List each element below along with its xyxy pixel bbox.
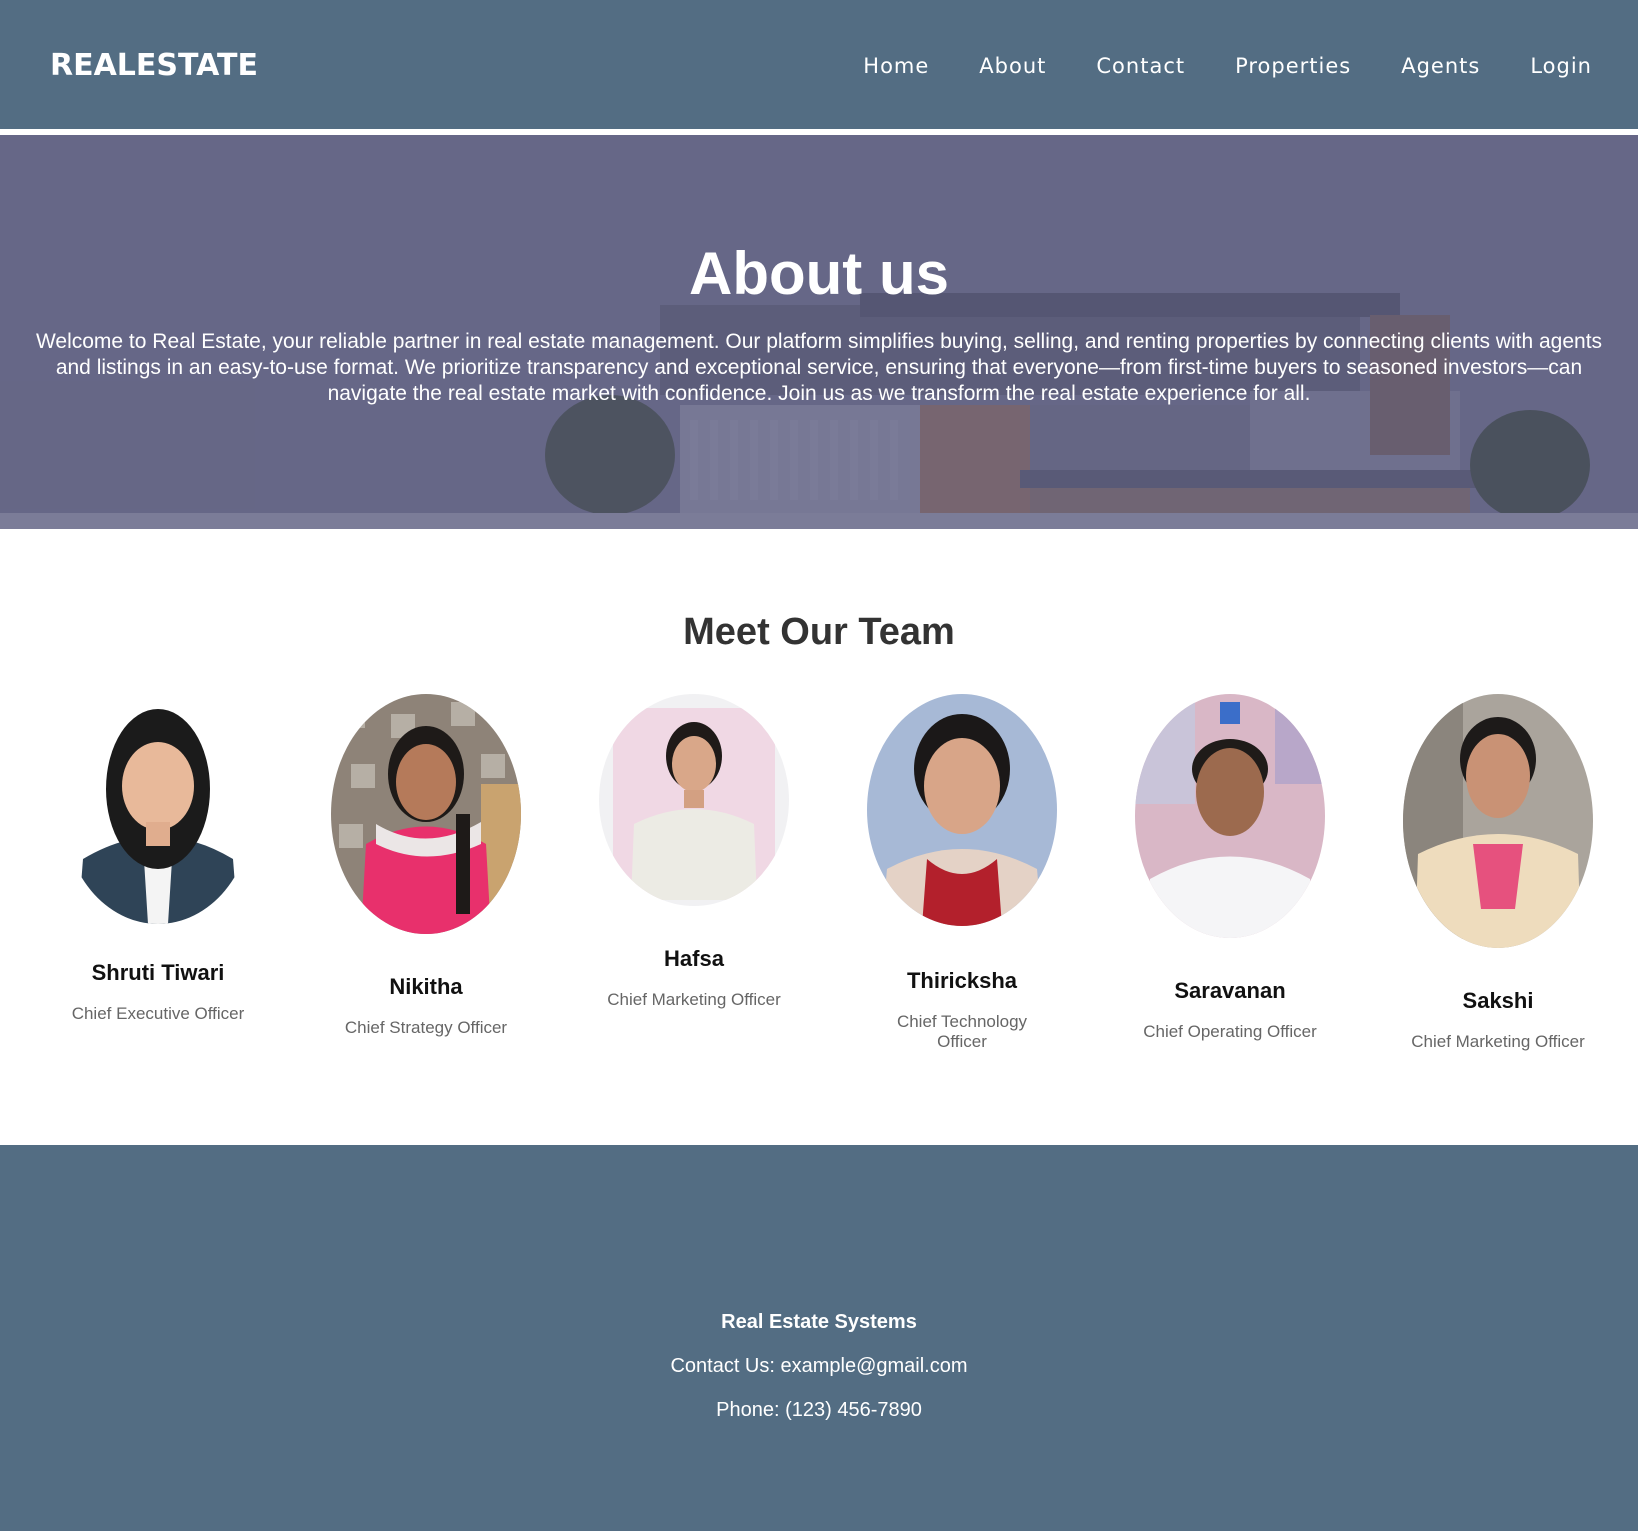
team-member-card: Saravanan Chief Operating Officer [1120,694,1340,1042]
nav-home-link[interactable]: Home [863,54,929,78]
member-photo [1135,694,1325,938]
page-title: About us [689,240,949,307]
team-member-card: Hafsa Chief Marketing Officer [584,694,804,1010]
member-photo [63,694,253,924]
member-role: Chief Technology Officer [896,1012,1028,1051]
footer-phone[interactable]: Phone: (123) 456-7890 [0,1399,1638,1422]
team-member-card: Sakshi Chief Marketing Officer [1388,694,1608,1052]
hero-overlay [0,135,1638,513]
main-nav: Home About Contact Properties Agents Log… [813,54,1592,78]
member-name: Hafsa [664,946,724,971]
nav-login-link[interactable]: Login [1530,54,1592,78]
team-member-card: Nikitha Chief Strategy Officer [316,694,536,1038]
member-name: Shruti Tiwari [91,960,225,985]
member-photo [1403,694,1593,948]
member-role: Chief Marketing Officer [607,990,781,1009]
nav-contact-link[interactable]: Contact [1096,54,1185,78]
site-logo[interactable]: REALESTATE [50,48,258,83]
member-name: Saravanan [1174,978,1286,1003]
site-header: REALESTATE Home About Contact Properties… [0,0,1638,132]
site-footer: Real Estate Systems Contact Us: example@… [0,1145,1638,1531]
footer-title: Real Estate Systems [721,1311,917,1333]
member-photo [599,694,789,906]
team-heading: Meet Our Team [683,611,955,653]
nav-agents-link[interactable]: Agents [1401,54,1480,78]
member-role: Chief Marketing Officer [1411,1032,1585,1051]
about-description: Welcome to Real Estate, your reliable pa… [35,330,1603,405]
member-name: Nikitha [389,974,463,999]
footer-contact-email[interactable]: Contact Us: example@gmail.com [0,1355,1638,1378]
member-role: Chief Operating Officer [1143,1022,1317,1041]
member-photo [331,694,521,934]
hero-bottom-band [0,513,1638,529]
team-member-card: Shruti Tiwari Chief Executive Officer [48,694,268,1024]
about-hero: About us Welcome to Real Estate, your re… [0,135,1638,529]
nav-about-link[interactable]: About [979,54,1046,78]
member-role: Chief Strategy Officer [344,1018,508,1037]
member-photo [867,694,1057,926]
member-role: Chief Executive Officer [71,1004,245,1023]
team-member-card: Thiricksha Chief Technology Officer [852,694,1072,1052]
member-name: Sakshi [1462,988,1534,1013]
member-name: Thiricksha [906,968,1018,993]
nav-properties-link[interactable]: Properties [1235,54,1351,78]
